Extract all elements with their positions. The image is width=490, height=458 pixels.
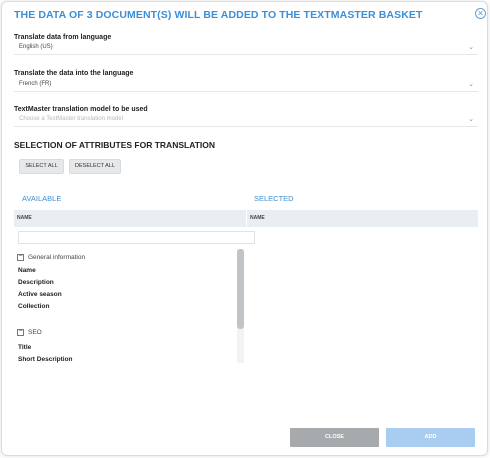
attributes-section-title: SELECTION OF ATTRIBUTES FOR TRANSLATION (14, 140, 215, 150)
translation-dialog: THE DATA OF 3 DOCUMENT(S) WILL BE ADDED … (1, 1, 488, 456)
close-button[interactable]: CLOSE (290, 428, 379, 447)
target-language-label: Translate the data into the language (14, 70, 134, 77)
selected-name-header: NAME (250, 215, 265, 221)
source-language-value: English (US) (19, 44, 53, 50)
available-name-header: NAME (17, 215, 32, 221)
available-title: AVAILABLE (22, 194, 62, 203)
deselect-all-button[interactable]: DESELECT ALL (69, 159, 121, 174)
group-label: SEO (28, 329, 42, 336)
chevron-down-icon: ⌄ (468, 81, 474, 88)
target-language-value: French (FR) (19, 81, 52, 87)
translation-model-select[interactable]: Choose a TextMaster translation model ⌄ (14, 114, 478, 127)
close-icon[interactable]: ✕ (475, 8, 486, 19)
group-seo[interactable]: − SEO (14, 327, 234, 339)
list-item[interactable]: Description (18, 279, 54, 286)
list-item[interactable]: Short Description (18, 356, 73, 363)
selected-column-header: NAME (247, 210, 478, 227)
scrollbar-thumb[interactable] (237, 249, 244, 329)
group-label: General information (28, 254, 86, 261)
list-item[interactable]: Active season (18, 291, 62, 298)
list-item[interactable]: Name (18, 267, 36, 274)
selected-title: SELECTED (254, 194, 294, 203)
source-language-select[interactable]: English (US) ⌄ (14, 42, 478, 55)
available-list-scrollbar[interactable] (237, 249, 244, 363)
available-column-header: NAME (14, 210, 246, 227)
source-language-label: Translate data from language (14, 34, 112, 41)
translation-model-placeholder: Choose a TextMaster translation model (19, 116, 123, 122)
translation-model-label: TextMaster translation model to be used (14, 106, 148, 113)
list-item[interactable]: Title (18, 344, 31, 351)
collapse-icon[interactable]: − (17, 328, 24, 336)
group-general-information[interactable]: − General information (14, 252, 234, 264)
chevron-down-icon: ⌄ (468, 116, 474, 123)
available-attribute-list: − General information Name Description A… (14, 249, 246, 363)
target-language-select[interactable]: French (FR) ⌄ (14, 79, 478, 92)
dialog-title: THE DATA OF 3 DOCUMENT(S) WILL BE ADDED … (14, 9, 423, 21)
select-all-button[interactable]: SELECT ALL (19, 159, 64, 174)
available-filter-input[interactable] (18, 231, 255, 244)
collapse-icon[interactable]: − (17, 253, 24, 261)
chevron-down-icon: ⌄ (468, 44, 474, 51)
add-button[interactable]: ADD (386, 428, 475, 447)
list-item[interactable]: Collection (18, 303, 49, 310)
